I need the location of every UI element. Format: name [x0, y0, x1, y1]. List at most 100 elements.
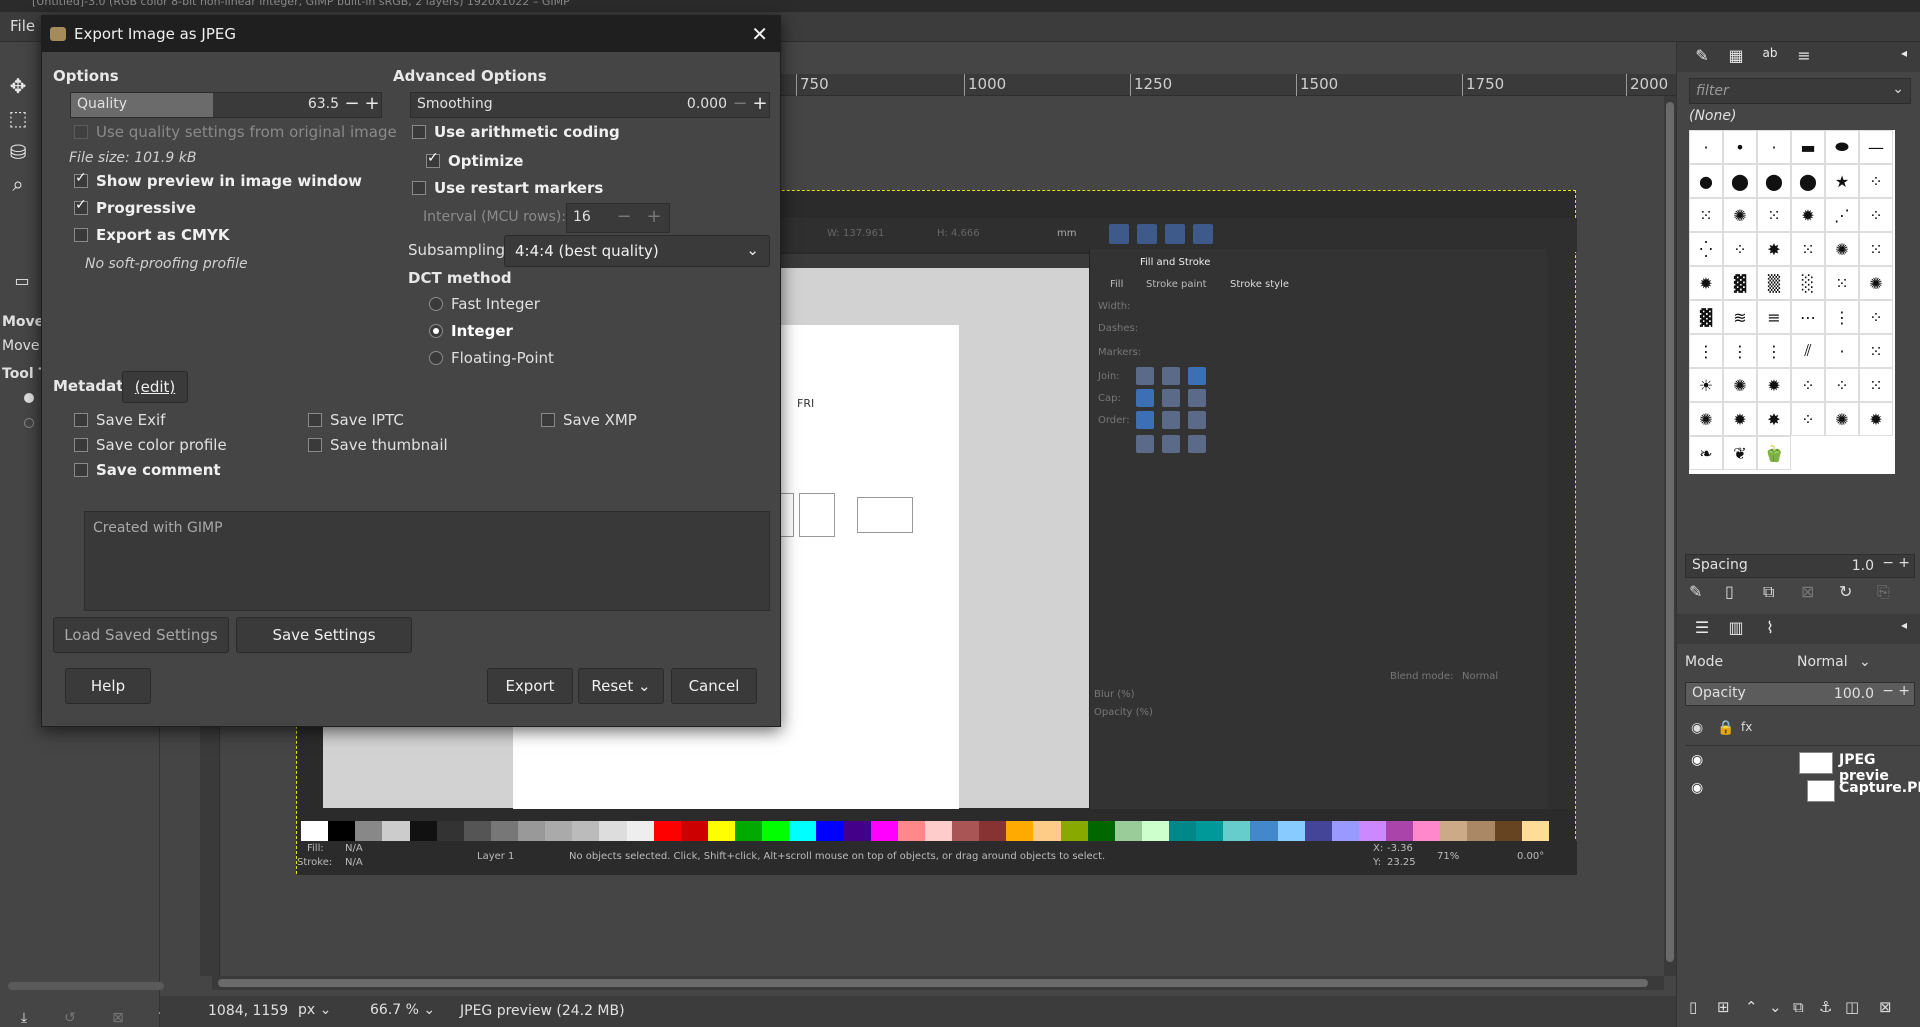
dct-floating-point-radio[interactable]: Floating-Point — [429, 349, 554, 367]
brush-preset[interactable]: ⁘ — [1825, 368, 1859, 402]
brush-preset[interactable]: ⋰ — [1825, 198, 1859, 232]
brush-grid[interactable]: · • · ▬ ⬬ — ● ⬤ ⬤ ⬤ ★ ⁘ ⁙ ✺ ⁙ ✹ ⋰ ⁘ ⁛ ⁘ ✸ ⁙ ✺ ⁙ ✹ ▓ ▒ ░ ⁙ ✺ ▓ ≋ ≡ ⋯ ⋮ ⁘ ⋮ ⋮ ⋮ ⫽… — [1689, 130, 1895, 474]
document-tab-icon[interactable]: ≡ — [1791, 46, 1817, 68]
brush-preset[interactable]: ░ — [1791, 266, 1825, 300]
font-tab-icon[interactable]: ab — [1757, 46, 1783, 68]
reset-button[interactable]: Reset ⌄ — [578, 668, 664, 704]
brush-preset[interactable]: ✹ — [1689, 266, 1723, 300]
load-saved-settings-button[interactable]: Load Saved Settings — [53, 617, 229, 653]
export-button[interactable]: Export — [487, 668, 573, 704]
mode-value[interactable]: Normal — [1797, 654, 1848, 670]
clone-tool-icon[interactable]: ⛁ — [4, 138, 32, 166]
progressive-checkbox[interactable]: Progressive — [74, 197, 196, 217]
show-preview-checkbox[interactable]: Show preview in image window — [74, 170, 362, 190]
eye-icon[interactable]: ◉ — [1691, 752, 1703, 768]
anchor-layer-icon[interactable]: ⚓ — [1819, 998, 1832, 1016]
brush-preset[interactable]: · — [1825, 334, 1859, 368]
brush-preset[interactable]: ☀ — [1689, 368, 1723, 402]
brush-preset[interactable]: ⬤ — [1757, 164, 1791, 198]
raise-layer-icon[interactable]: ⌃ — [1745, 998, 1758, 1016]
brush-preset[interactable]: ✺ — [1723, 198, 1757, 232]
subsampling-select[interactable]: 4:4:4 (best quality) ⌄ — [504, 235, 770, 267]
brush-preset[interactable]: ⁘ — [1723, 232, 1757, 266]
tool-radio-2[interactable] — [24, 418, 34, 428]
brush-preset[interactable]: ⁛ — [1689, 232, 1723, 266]
unit-select[interactable]: px ⌄ — [290, 998, 350, 1024]
plus-icon[interactable]: + — [363, 93, 381, 117]
brush-preset[interactable]: ● — [1689, 164, 1723, 198]
tool-options-icon[interactable]: ▭ — [8, 266, 36, 294]
brush-preset[interactable]: ⬤ — [1723, 164, 1757, 198]
brush-preset[interactable]: ⁙ — [1791, 232, 1825, 266]
save-xmp-checkbox[interactable]: Save XMP — [541, 411, 637, 429]
brush-preset[interactable]: ⁘ — [1791, 402, 1825, 436]
brush-preset[interactable]: ⁙ — [1859, 232, 1893, 266]
brush-preset[interactable]: ✺ — [1723, 368, 1757, 402]
close-icon[interactable]: ✕ — [751, 16, 768, 52]
save-settings-button[interactable]: Save Settings — [236, 617, 412, 653]
brush-preset[interactable]: • — [1723, 130, 1757, 164]
move-tool-icon[interactable]: ✥ — [4, 72, 32, 100]
transform-tool-icon[interactable]: ⬚ — [4, 104, 32, 132]
brush-preset[interactable]: ✹ — [1723, 402, 1757, 436]
brush-preset[interactable]: ⋮ — [1757, 334, 1791, 368]
brush-preset[interactable]: ⋮ — [1689, 334, 1723, 368]
minus-icon[interactable]: − — [615, 206, 633, 230]
brush-preset[interactable]: ▓ — [1689, 300, 1723, 334]
brush-preset[interactable]: ⫽ — [1791, 334, 1825, 368]
delete-layer-icon[interactable]: ⊠ — [1879, 998, 1892, 1016]
opacity-spinner[interactable]: Opacity 100.0 − + — [1685, 682, 1915, 706]
layer-row-capture[interactable]: ◉ Capture.PN — [1685, 780, 1920, 806]
chevron-down-icon[interactable]: ⌄ — [1859, 654, 1871, 670]
brush-preset[interactable]: ⬤ — [1791, 164, 1825, 198]
brush-preset[interactable]: ✺ — [1689, 402, 1723, 436]
eye-icon[interactable]: ◉ — [1691, 780, 1703, 796]
brush-preset[interactable]: ≋ — [1723, 300, 1757, 334]
minus-icon[interactable]: − — [343, 93, 361, 117]
brush-preset[interactable]: ✺ — [1859, 266, 1893, 300]
zoom-tool-icon[interactable]: ⌕ — [4, 170, 32, 198]
dct-integer-radio[interactable]: Integer — [429, 322, 513, 340]
brush-preset[interactable]: ▓ — [1723, 266, 1757, 300]
dock-menu-icon[interactable]: ◂ — [1891, 618, 1917, 640]
restart-markers-checkbox[interactable]: Use restart markers — [412, 179, 603, 197]
plus-icon[interactable]: + — [1898, 555, 1910, 571]
save-thumbnail-checkbox[interactable]: Save thumbnail — [308, 436, 448, 454]
brush-preset[interactable]: 🫑 — [1757, 436, 1791, 470]
brush-preset[interactable]: ▬ — [1791, 130, 1825, 164]
tool-radio-1[interactable] — [24, 393, 34, 403]
brush-preset[interactable]: ⁙ — [1757, 198, 1791, 232]
spacing-spinner[interactable]: Spacing 1.0 − + — [1685, 554, 1915, 578]
minus-icon[interactable]: − — [1882, 555, 1894, 571]
layer-row-jpeg-preview[interactable]: ◉ JPEG previe — [1685, 752, 1920, 784]
duplicate-layer-icon[interactable]: ⧉ — [1793, 998, 1804, 1016]
plus-icon[interactable]: + — [1898, 683, 1910, 699]
restore-options-icon[interactable]: ↺ — [56, 1004, 84, 1027]
help-button[interactable]: Help — [65, 668, 151, 704]
brush-preset[interactable]: ❦ — [1723, 436, 1757, 470]
channels-tab-icon[interactable]: ▥ — [1723, 618, 1749, 640]
chevron-down-icon[interactable]: ⌄ — [1892, 81, 1904, 97]
brush-preset[interactable]: — — [1859, 130, 1893, 164]
brush-preset[interactable]: ★ — [1825, 164, 1859, 198]
brush-preset[interactable]: ⋮ — [1825, 300, 1859, 334]
brush-preset[interactable]: ⁙ — [1825, 266, 1859, 300]
dct-fast-integer-radio[interactable]: Fast Integer — [429, 295, 540, 313]
brush-preset[interactable]: · — [1757, 130, 1791, 164]
delete-options-icon[interactable]: ⊠ — [104, 1004, 132, 1027]
save-options-icon[interactable]: ⤓ — [10, 1004, 38, 1027]
brush-preset[interactable]: · — [1689, 130, 1723, 164]
minus-icon[interactable]: − — [731, 93, 749, 117]
brush-preset[interactable]: ✹ — [1757, 368, 1791, 402]
brush-preset[interactable]: ⁙ — [1859, 334, 1893, 368]
horizontal-scrollbar[interactable] — [212, 976, 1664, 990]
save-color-profile-checkbox[interactable]: Save color profile — [74, 436, 227, 454]
brush-preset[interactable]: ⋮ — [1723, 334, 1757, 368]
comment-textarea[interactable]: Created with GIMP — [84, 511, 770, 611]
brush-preset[interactable]: ✸ — [1757, 402, 1791, 436]
export-cmyk-checkbox[interactable]: Export as CMYK — [74, 226, 229, 244]
duplicate-brush-icon[interactable]: ⧉ — [1763, 582, 1774, 602]
brush-preset[interactable]: ⬬ — [1825, 130, 1859, 164]
toolbox-scrollbar[interactable] — [8, 982, 164, 990]
brush-preset[interactable]: ⁘ — [1859, 198, 1893, 232]
